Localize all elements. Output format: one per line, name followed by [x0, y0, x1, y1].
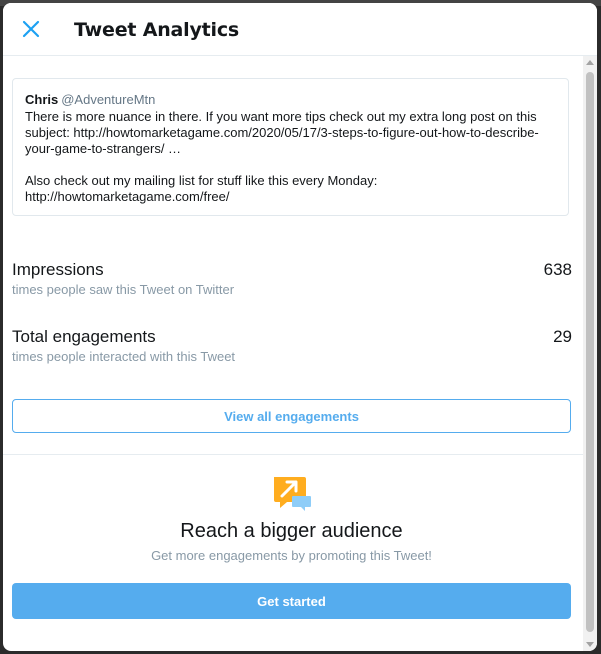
- view-all-engagements-button[interactable]: View all engagements: [12, 399, 571, 433]
- scrollbar-thumb[interactable]: [586, 72, 594, 632]
- tweet-card[interactable]: Chris @AdventureMtn There is more nuance …: [12, 78, 569, 216]
- tweet-author: Chris @AdventureMtn: [25, 92, 556, 108]
- modal-header: Tweet Analytics: [3, 3, 597, 56]
- promo-subtitle: Get more engagements by promoting this T…: [151, 548, 432, 563]
- tweet-analytics-modal: Tweet Analytics Chris @AdventureMtn There…: [3, 3, 597, 651]
- get-started-button[interactable]: Get started: [12, 583, 571, 619]
- scrollbar[interactable]: [583, 56, 597, 651]
- impressions-label: Impressions: [12, 260, 104, 279]
- author-handle: @AdventureMtn: [61, 92, 156, 107]
- tweet-text: There is more nuance in there. If you wa…: [25, 109, 556, 205]
- impressions-value: 638: [543, 260, 572, 279]
- engagements-metric: Total engagements times people interacte…: [12, 327, 572, 366]
- tweet-paragraph: There is more nuance in there. If you wa…: [25, 109, 539, 156]
- tweet-paragraph: Also check out my mailing list for stuff…: [25, 173, 378, 204]
- scroll-down-icon[interactable]: [586, 642, 594, 647]
- promo-title: Reach a bigger audience: [180, 520, 403, 542]
- engagements-label: Total engagements: [12, 327, 156, 346]
- modal-content: Chris @AdventureMtn There is more nuance …: [3, 56, 583, 651]
- section-divider: [3, 454, 583, 455]
- scroll-up-icon[interactable]: [586, 60, 594, 65]
- engagements-description: times people interacted with this Tweet: [12, 349, 236, 364]
- engagements-value: 29: [553, 327, 572, 346]
- promote-tweet-icon: [274, 477, 311, 511]
- close-button[interactable]: [17, 15, 45, 43]
- impressions-metric: Impressions times people saw this Tweet …: [12, 260, 572, 299]
- close-icon: [22, 20, 40, 38]
- modal-title: Tweet Analytics: [74, 19, 240, 41]
- author-name: Chris: [25, 92, 59, 107]
- impressions-description: times people saw this Tweet on Twitter: [12, 282, 235, 297]
